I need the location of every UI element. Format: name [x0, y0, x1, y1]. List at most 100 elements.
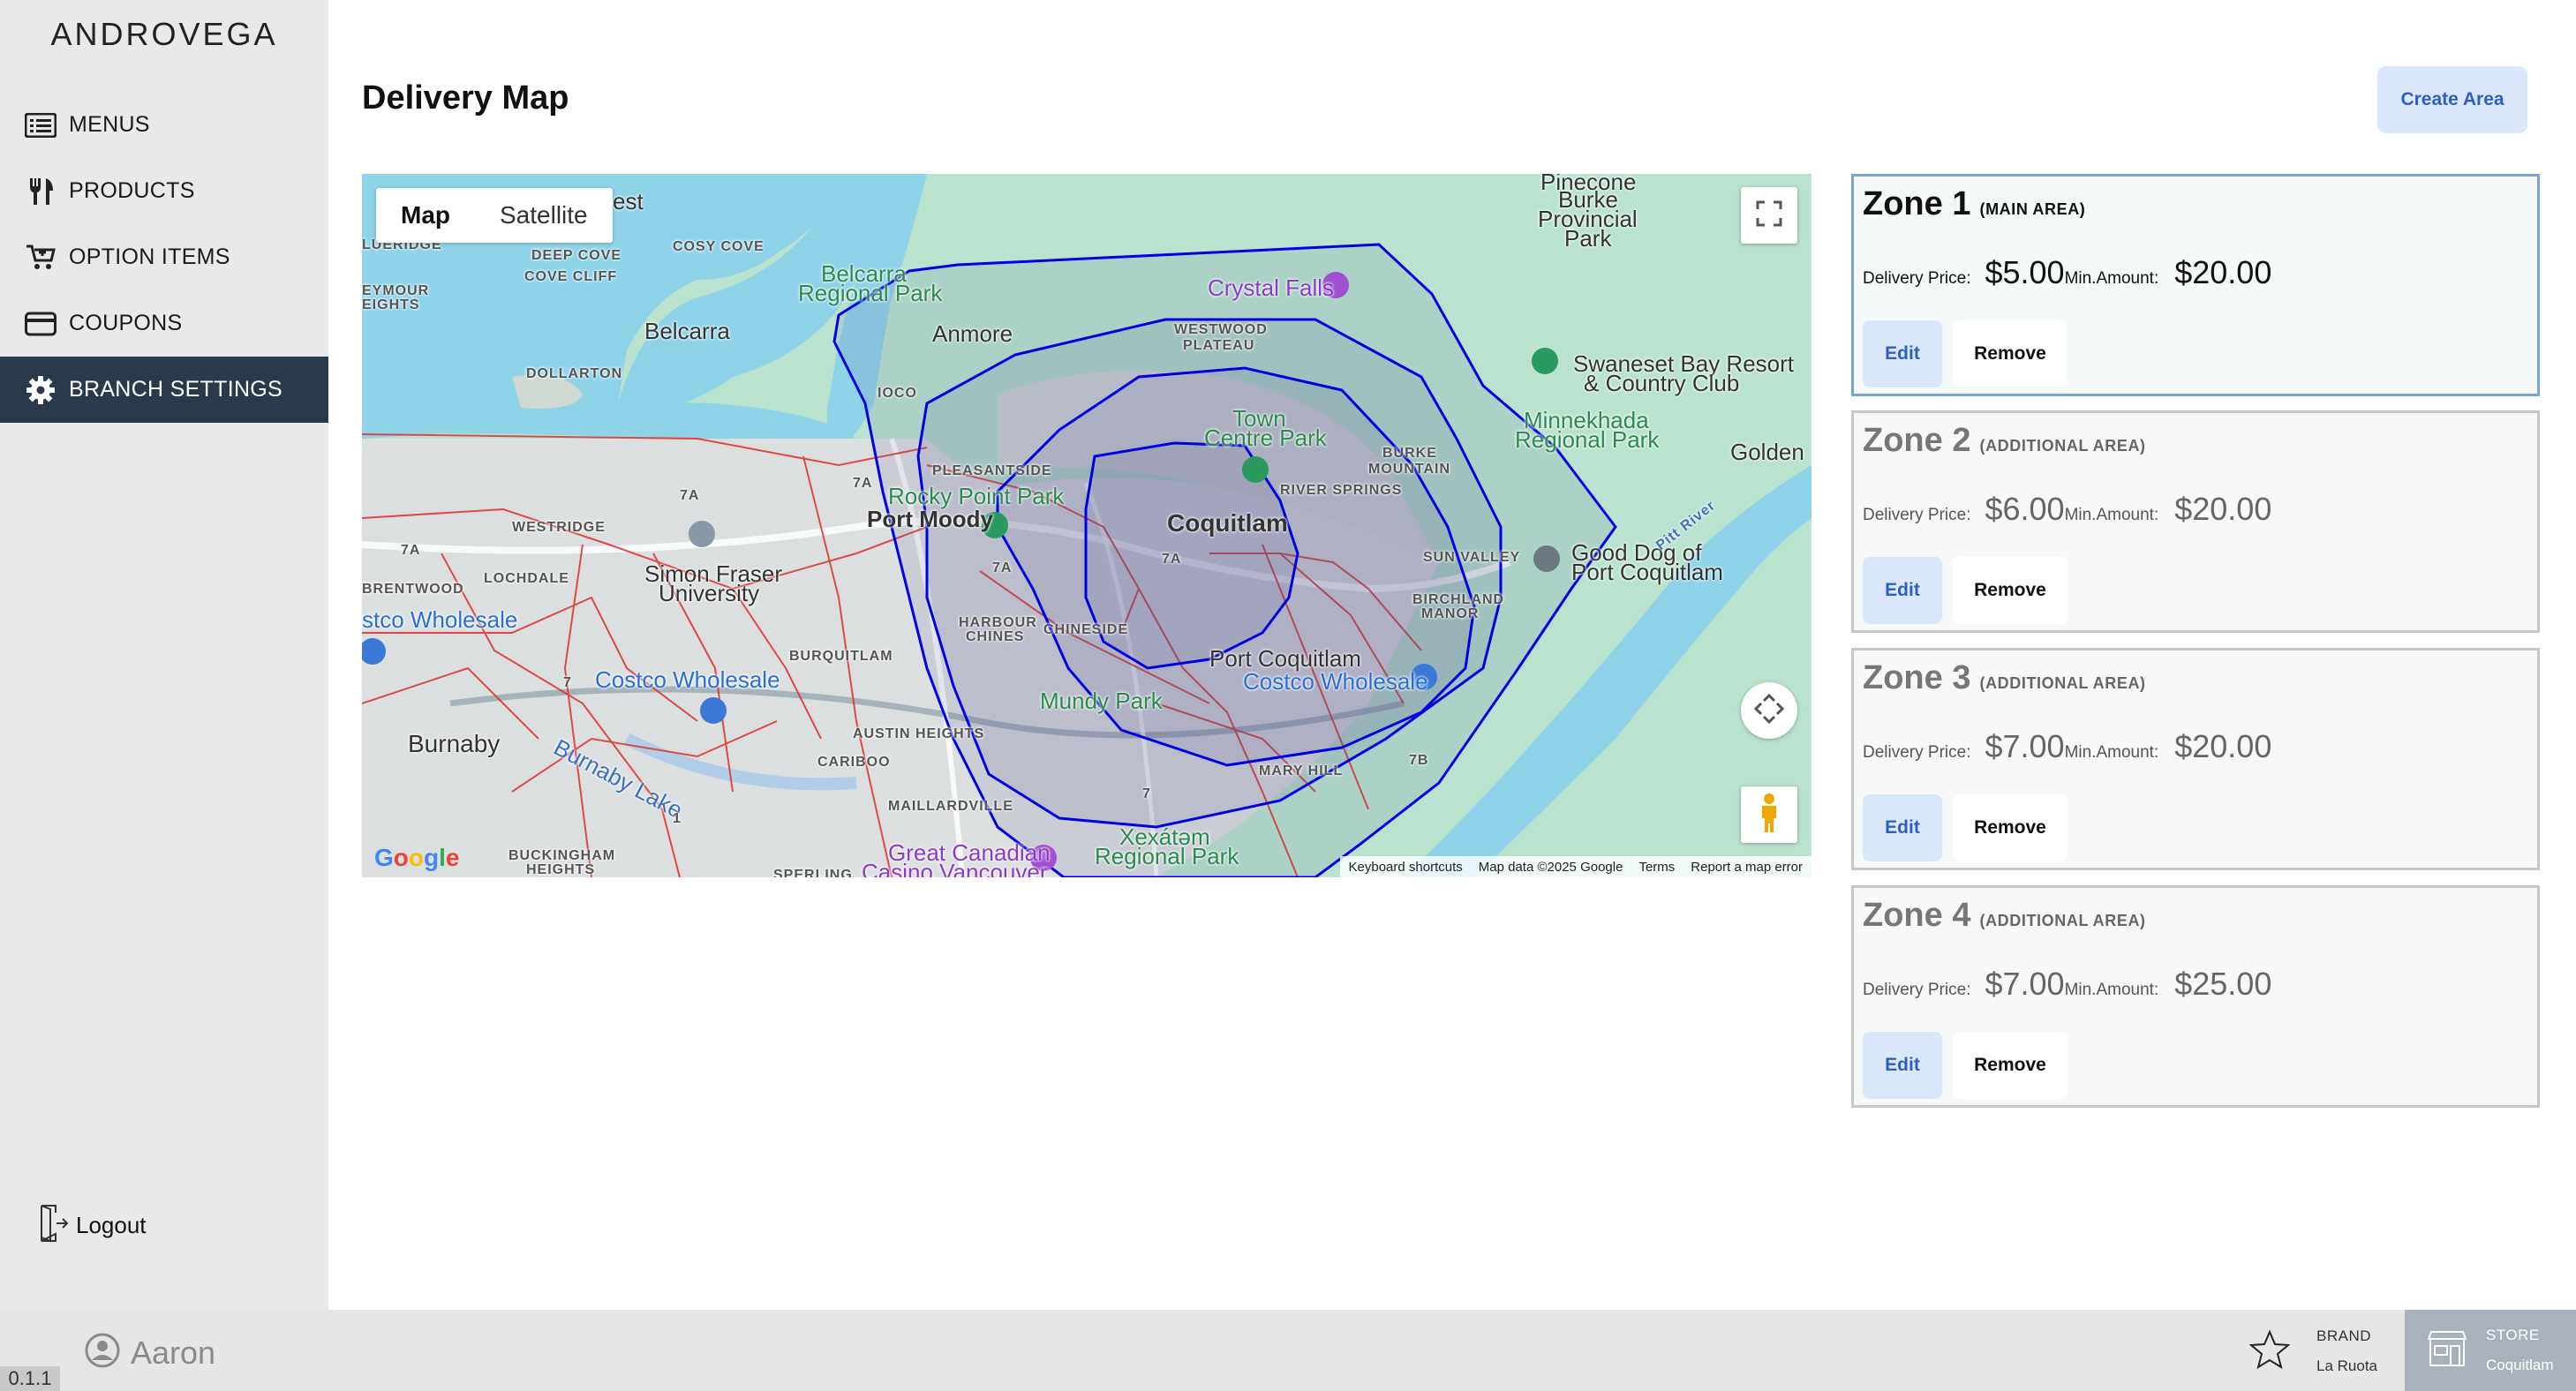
- zone-type: (ADDITIONAL AREA): [1979, 912, 2146, 929]
- map-type-toggle: Map Satellite: [376, 188, 613, 243]
- map-label: MANOR: [1421, 606, 1480, 621]
- map-label: MOUNTAIN: [1368, 462, 1451, 477]
- delivery-price-value: $5.00: [1985, 254, 2065, 290]
- google-logo: Google: [374, 844, 460, 871]
- store-label: STORE: [2486, 1327, 2540, 1343]
- map-label: Casino Vancouver: [862, 859, 1048, 877]
- zone-name: Zone 1: [1863, 185, 1971, 222]
- user-profile[interactable]: Aaron: [85, 1333, 215, 1372]
- edit-zone-button[interactable]: Edit: [1863, 794, 1942, 861]
- logout-icon: [39, 1204, 69, 1247]
- zone-type: (ADDITIONAL AREA): [1979, 437, 2146, 455]
- zone-name: Zone 2: [1863, 422, 1971, 459]
- min-amount-value: $20.00: [2174, 728, 2272, 764]
- map-label: Regional Park: [798, 280, 943, 306]
- map-label: Port Coquitlam: [1571, 559, 1723, 585]
- sidebar-item-label: COUPONS: [69, 311, 183, 335]
- map-label: 1: [673, 811, 682, 826]
- camera-control-button[interactable]: [1741, 682, 1797, 739]
- zone-card: Zone 2 (ADDITIONAL AREA) Delivery Price:…: [1851, 410, 2540, 633]
- map-label: 7: [1142, 786, 1151, 801]
- zone-card: Zone 4 (ADDITIONAL AREA) Delivery Price:…: [1851, 885, 2540, 1108]
- store-selector[interactable]: STORE Coquitlam: [2405, 1310, 2576, 1391]
- map-label: COVE CLIFF: [524, 269, 618, 284]
- min-amount-value: $20.00: [2174, 254, 2272, 290]
- map-label: DOLLARTON: [526, 366, 623, 381]
- map-footer: Keyboard shortcuts Map data ©2025 Google…: [1339, 856, 1811, 877]
- delivery-price-value: $7.00: [1985, 728, 2065, 764]
- zone-type: (MAIN AREA): [1979, 200, 2086, 218]
- pegman-icon: [1758, 793, 1781, 838]
- remove-zone-button[interactable]: Remove: [1953, 1032, 2068, 1099]
- app-logo: ANDROVEGA: [50, 16, 278, 52]
- map-type-map[interactable]: Map: [376, 188, 475, 243]
- credit-card-icon: [23, 309, 58, 339]
- map-label: est: [613, 188, 644, 214]
- sidebar-item-branch-settings[interactable]: BRANCH SETTINGS: [0, 357, 328, 423]
- sidebar-item-option-items[interactable]: OPTION ITEMS: [0, 224, 328, 290]
- logout-button[interactable]: Logout: [39, 1204, 147, 1247]
- cart-plus-icon: [23, 243, 58, 273]
- sidebar-item-label: OPTION ITEMS: [69, 244, 230, 269]
- map-label: CHINESIDE: [1043, 622, 1129, 637]
- logout-label: Logout: [76, 1212, 147, 1238]
- map-label: & Country Club: [1584, 370, 1740, 396]
- map-type-satellite[interactable]: Satellite: [475, 188, 613, 243]
- map-label: SUN VALLEY: [1423, 550, 1521, 565]
- map-label: Regional Park: [1515, 426, 1660, 453]
- map-data-text: Map data ©2025 Google: [1478, 859, 1623, 875]
- sidebar-item-label: BRANCH SETTINGS: [69, 377, 283, 402]
- map-label: EIGHTS: [362, 297, 420, 312]
- map-label: WESTRIDGE: [512, 520, 606, 535]
- keyboard-shortcuts-link[interactable]: Keyboard shortcuts: [1349, 860, 1463, 875]
- zone-type: (ADDITIONAL AREA): [1979, 674, 2146, 692]
- edit-zone-button[interactable]: Edit: [1863, 320, 1942, 387]
- remove-zone-button[interactable]: Remove: [1953, 320, 2068, 387]
- map-label: BURQUITLAM: [789, 649, 893, 664]
- map-label: LOCHDALE: [484, 571, 569, 586]
- map-label: Burnaby: [408, 730, 501, 757]
- terms-link[interactable]: Terms: [1638, 860, 1675, 875]
- zone-card: Zone 1 (MAIN AREA) Delivery Price: $5.00…: [1851, 174, 2540, 396]
- brand-selector[interactable]: BRAND La Ruota: [2248, 1317, 2377, 1386]
- street-view-button[interactable]: [1741, 786, 1797, 843]
- report-error-link[interactable]: Report a map error: [1691, 860, 1803, 875]
- map-label: DEEP COVE: [531, 248, 622, 263]
- sidebar-item-coupons[interactable]: COUPONS: [0, 290, 328, 357]
- sidebar-item-products[interactable]: PRODUCTS: [0, 158, 328, 224]
- delivery-price-value: $7.00: [1985, 966, 2065, 1002]
- fullscreen-button[interactable]: [1741, 187, 1797, 244]
- map-label: 7A: [680, 488, 700, 503]
- map-label: Park: [1564, 225, 1612, 252]
- map-label: RIVER SPRINGS: [1280, 483, 1403, 498]
- store-value: Coquitlam: [2486, 1357, 2554, 1373]
- map-label: Regional Park: [1095, 843, 1239, 869]
- delivery-price-label: Delivery Price:: [1863, 506, 1971, 524]
- map-label: Crystal Falls: [1208, 274, 1335, 301]
- create-area-button[interactable]: Create Area: [2377, 66, 2527, 133]
- map-label: PLEASANTSIDE: [932, 463, 1052, 478]
- map-label: Port Moody: [867, 506, 993, 532]
- map-label: WESTWOOD: [1174, 322, 1268, 337]
- bottom-bar: [0, 1310, 2576, 1391]
- delivery-map[interactable]: Pinecone Burke Provincial Park Crystal F…: [362, 174, 1811, 877]
- map-label: 7: [563, 675, 572, 690]
- min-amount-label: Min.Amount:: [2064, 506, 2159, 524]
- remove-zone-button[interactable]: Remove: [1953, 794, 2068, 861]
- min-amount-label: Min.Amount:: [2064, 743, 2159, 762]
- version-badge: 0.1.1: [0, 1366, 60, 1391]
- sidebar-item-menus[interactable]: MENUS: [0, 92, 328, 158]
- brand-label: BRAND: [2316, 1327, 2372, 1344]
- map-label: COSY COVE: [673, 239, 765, 254]
- min-amount-label: Min.Amount:: [2064, 269, 2159, 288]
- sidebar: ANDROVEGA MENUS PRODUCTS OPTION ITEMS CO…: [0, 0, 328, 1310]
- delivery-price-value: $6.00: [1985, 491, 2065, 527]
- sidebar-nav: MENUS PRODUCTS OPTION ITEMS COUPONS BRAN…: [0, 92, 328, 423]
- remove-zone-button[interactable]: Remove: [1953, 557, 2068, 624]
- fullscreen-icon: [1756, 200, 1782, 231]
- map-label: MARY HILL: [1259, 763, 1344, 778]
- edit-zone-button[interactable]: Edit: [1863, 557, 1942, 624]
- edit-zone-button[interactable]: Edit: [1863, 1032, 1942, 1099]
- pan-arrows-icon: [1753, 693, 1785, 728]
- gear-icon: [23, 375, 58, 405]
